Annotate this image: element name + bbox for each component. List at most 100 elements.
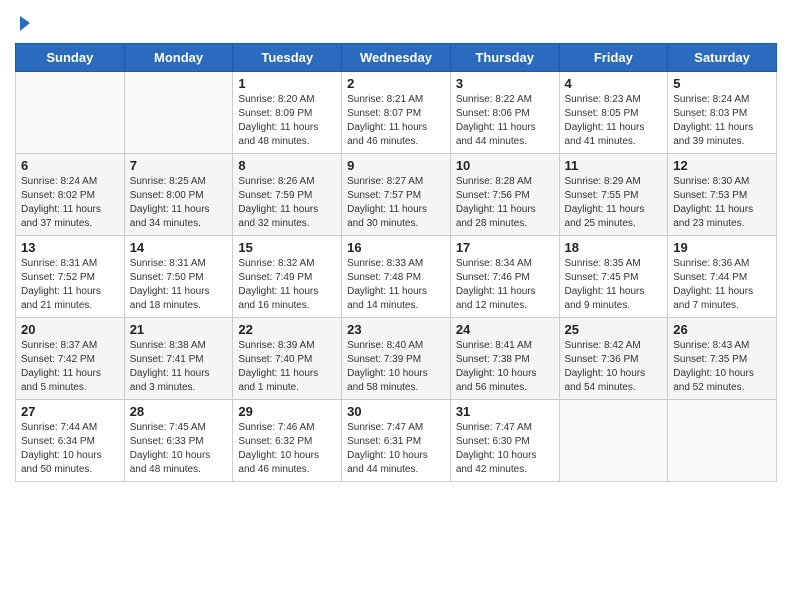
day-header-wednesday: Wednesday: [342, 44, 451, 72]
calendar-cell: 17 Sunrise: 8:34 AMSunset: 7:46 PMDayligh…: [450, 236, 559, 318]
calendar-cell: 12 Sunrise: 8:30 AMSunset: 7:53 PMDayligh…: [668, 154, 777, 236]
day-info: Sunrise: 7:47 AMSunset: 6:30 PMDaylight:…: [456, 421, 554, 477]
calendar-cell: 13 Sunrise: 8:31 AMSunset: 7:52 PMDayligh…: [16, 236, 125, 318]
day-header-thursday: Thursday: [450, 44, 559, 72]
day-info: Sunrise: 8:37 AMSunset: 7:42 PMDaylight:…: [21, 339, 119, 395]
calendar-cell: [124, 72, 233, 154]
calendar-cell: 31 Sunrise: 7:47 AMSunset: 6:30 PMDayligh…: [450, 400, 559, 482]
day-info: Sunrise: 8:24 AMSunset: 8:03 PMDaylight:…: [673, 93, 771, 149]
day-number: 23: [347, 322, 445, 337]
calendar-cell: 16 Sunrise: 8:33 AMSunset: 7:48 PMDayligh…: [342, 236, 451, 318]
calendar-cell: 4Sunrise: 8:23 AMSunset: 8:05 PMDaylight…: [559, 72, 668, 154]
day-number: 30: [347, 404, 445, 419]
day-header-sunday: Sunday: [16, 44, 125, 72]
calendar-cell: 22 Sunrise: 8:39 AMSunset: 7:40 PMDayligh…: [233, 318, 342, 400]
calendar-cell: 14Sunrise: 8:31 AMSunset: 7:50 PMDayligh…: [124, 236, 233, 318]
day-number: 7: [130, 158, 228, 173]
calendar-header-row: SundayMondayTuesdayWednesdayThursdayFrid…: [16, 44, 777, 72]
day-info: Sunrise: 8:23 AMSunset: 8:05 PMDaylight:…: [565, 93, 663, 149]
day-info: Sunrise: 8:28 AMSunset: 7:56 PMDaylight:…: [456, 175, 554, 231]
day-info: Sunrise: 8:32 AMSunset: 7:49 PMDaylight:…: [238, 257, 336, 313]
day-number: 28: [130, 404, 228, 419]
calendar-cell: 9Sunrise: 8:27 AMSunset: 7:57 PMDaylight…: [342, 154, 451, 236]
day-info: Sunrise: 8:30 AMSunset: 7:53 PMDaylight:…: [673, 175, 771, 231]
calendar-week-row: 20 Sunrise: 8:37 AMSunset: 7:42 PMDayligh…: [16, 318, 777, 400]
calendar-cell: [16, 72, 125, 154]
day-info: Sunrise: 8:26 AMSunset: 7:59 PMDaylight:…: [238, 175, 336, 231]
calendar-week-row: 27 Sunrise: 7:44 AMSunset: 6:34 PMDayligh…: [16, 400, 777, 482]
day-number: 2: [347, 76, 445, 91]
day-info: Sunrise: 8:27 AMSunset: 7:57 PMDaylight:…: [347, 175, 445, 231]
day-info: Sunrise: 8:21 AMSunset: 8:07 PMDaylight:…: [347, 93, 445, 149]
day-number: 25: [565, 322, 663, 337]
header: [15, 15, 777, 33]
day-info: Sunrise: 8:41 AMSunset: 7:38 PMDaylight:…: [456, 339, 554, 395]
day-number: 6: [21, 158, 119, 173]
day-number: 12: [673, 158, 771, 173]
calendar-cell: [559, 400, 668, 482]
day-number: 11: [565, 158, 663, 173]
day-number: 10: [456, 158, 554, 173]
day-number: 18: [565, 240, 663, 255]
day-number: 17: [456, 240, 554, 255]
calendar-cell: 21 Sunrise: 8:38 AMSunset: 7:41 PMDayligh…: [124, 318, 233, 400]
calendar-cell: 27 Sunrise: 7:44 AMSunset: 6:34 PMDayligh…: [16, 400, 125, 482]
day-info: Sunrise: 8:29 AMSunset: 7:55 PMDaylight:…: [565, 175, 663, 231]
day-header-friday: Friday: [559, 44, 668, 72]
day-info: Sunrise: 8:33 AMSunset: 7:48 PMDaylight:…: [347, 257, 445, 313]
day-number: 1: [238, 76, 336, 91]
calendar-cell: 11 Sunrise: 8:29 AMSunset: 7:55 PMDayligh…: [559, 154, 668, 236]
calendar-cell: 2 Sunrise: 8:21 AMSunset: 8:07 PMDaylight…: [342, 72, 451, 154]
day-info: Sunrise: 8:22 AMSunset: 8:06 PMDaylight:…: [456, 93, 554, 149]
logo: [15, 15, 34, 33]
calendar-cell: 23 Sunrise: 8:40 AMSunset: 7:39 PMDayligh…: [342, 318, 451, 400]
day-number: 29: [238, 404, 336, 419]
calendar-week-row: 1Sunrise: 8:20 AMSunset: 8:09 PMDaylight…: [16, 72, 777, 154]
calendar-cell: 1Sunrise: 8:20 AMSunset: 8:09 PMDaylight…: [233, 72, 342, 154]
day-header-saturday: Saturday: [668, 44, 777, 72]
page-container: SundayMondayTuesdayWednesdayThursdayFrid…: [0, 0, 792, 492]
day-number: 22: [238, 322, 336, 337]
day-number: 15: [238, 240, 336, 255]
day-info: Sunrise: 8:39 AMSunset: 7:40 PMDaylight:…: [238, 339, 336, 395]
day-number: 5: [673, 76, 771, 91]
calendar-cell: 25 Sunrise: 8:42 AMSunset: 7:36 PMDayligh…: [559, 318, 668, 400]
day-info: Sunrise: 8:43 AMSunset: 7:35 PMDaylight:…: [673, 339, 771, 395]
day-number: 13: [21, 240, 119, 255]
day-number: 16: [347, 240, 445, 255]
day-info: Sunrise: 8:38 AMSunset: 7:41 PMDaylight:…: [130, 339, 228, 395]
day-number: 14: [130, 240, 228, 255]
calendar-cell: 5 Sunrise: 8:24 AMSunset: 8:03 PMDaylight…: [668, 72, 777, 154]
calendar-week-row: 6 Sunrise: 8:24 AMSunset: 8:02 PMDaylight…: [16, 154, 777, 236]
day-info: Sunrise: 8:40 AMSunset: 7:39 PMDaylight:…: [347, 339, 445, 395]
calendar-cell: 30Sunrise: 7:47 AMSunset: 6:31 PMDayligh…: [342, 400, 451, 482]
calendar-cell: 29 Sunrise: 7:46 AMSunset: 6:32 PMDayligh…: [233, 400, 342, 482]
day-header-monday: Monday: [124, 44, 233, 72]
day-number: 8: [238, 158, 336, 173]
day-info: Sunrise: 7:45 AMSunset: 6:33 PMDaylight:…: [130, 421, 228, 477]
day-number: 31: [456, 404, 554, 419]
calendar-body: 1Sunrise: 8:20 AMSunset: 8:09 PMDaylight…: [16, 72, 777, 482]
calendar-cell: 7Sunrise: 8:25 AMSunset: 8:00 PMDaylight…: [124, 154, 233, 236]
calendar-week-row: 13 Sunrise: 8:31 AMSunset: 7:52 PMDayligh…: [16, 236, 777, 318]
day-info: Sunrise: 8:34 AMSunset: 7:46 PMDaylight:…: [456, 257, 554, 313]
day-info: Sunrise: 7:44 AMSunset: 6:34 PMDaylight:…: [21, 421, 119, 477]
calendar-cell: 26 Sunrise: 8:43 AMSunset: 7:35 PMDayligh…: [668, 318, 777, 400]
calendar-cell: 3 Sunrise: 8:22 AMSunset: 8:06 PMDaylight…: [450, 72, 559, 154]
day-number: 21: [130, 322, 228, 337]
calendar-cell: 24Sunrise: 8:41 AMSunset: 7:38 PMDayligh…: [450, 318, 559, 400]
calendar-cell: 18Sunrise: 8:35 AMSunset: 7:45 PMDayligh…: [559, 236, 668, 318]
calendar-cell: 10 Sunrise: 8:28 AMSunset: 7:56 PMDayligh…: [450, 154, 559, 236]
day-info: Sunrise: 8:42 AMSunset: 7:36 PMDaylight:…: [565, 339, 663, 395]
calendar-cell: 15 Sunrise: 8:32 AMSunset: 7:49 PMDayligh…: [233, 236, 342, 318]
calendar-cell: 8 Sunrise: 8:26 AMSunset: 7:59 PMDaylight…: [233, 154, 342, 236]
calendar-cell: 6 Sunrise: 8:24 AMSunset: 8:02 PMDaylight…: [16, 154, 125, 236]
day-number: 3: [456, 76, 554, 91]
logo-icon: [16, 15, 34, 33]
day-number: 26: [673, 322, 771, 337]
day-info: Sunrise: 7:46 AMSunset: 6:32 PMDaylight:…: [238, 421, 336, 477]
day-info: Sunrise: 8:24 AMSunset: 8:02 PMDaylight:…: [21, 175, 119, 231]
day-number: 20: [21, 322, 119, 337]
day-number: 27: [21, 404, 119, 419]
day-info: Sunrise: 8:31 AMSunset: 7:52 PMDaylight:…: [21, 257, 119, 313]
